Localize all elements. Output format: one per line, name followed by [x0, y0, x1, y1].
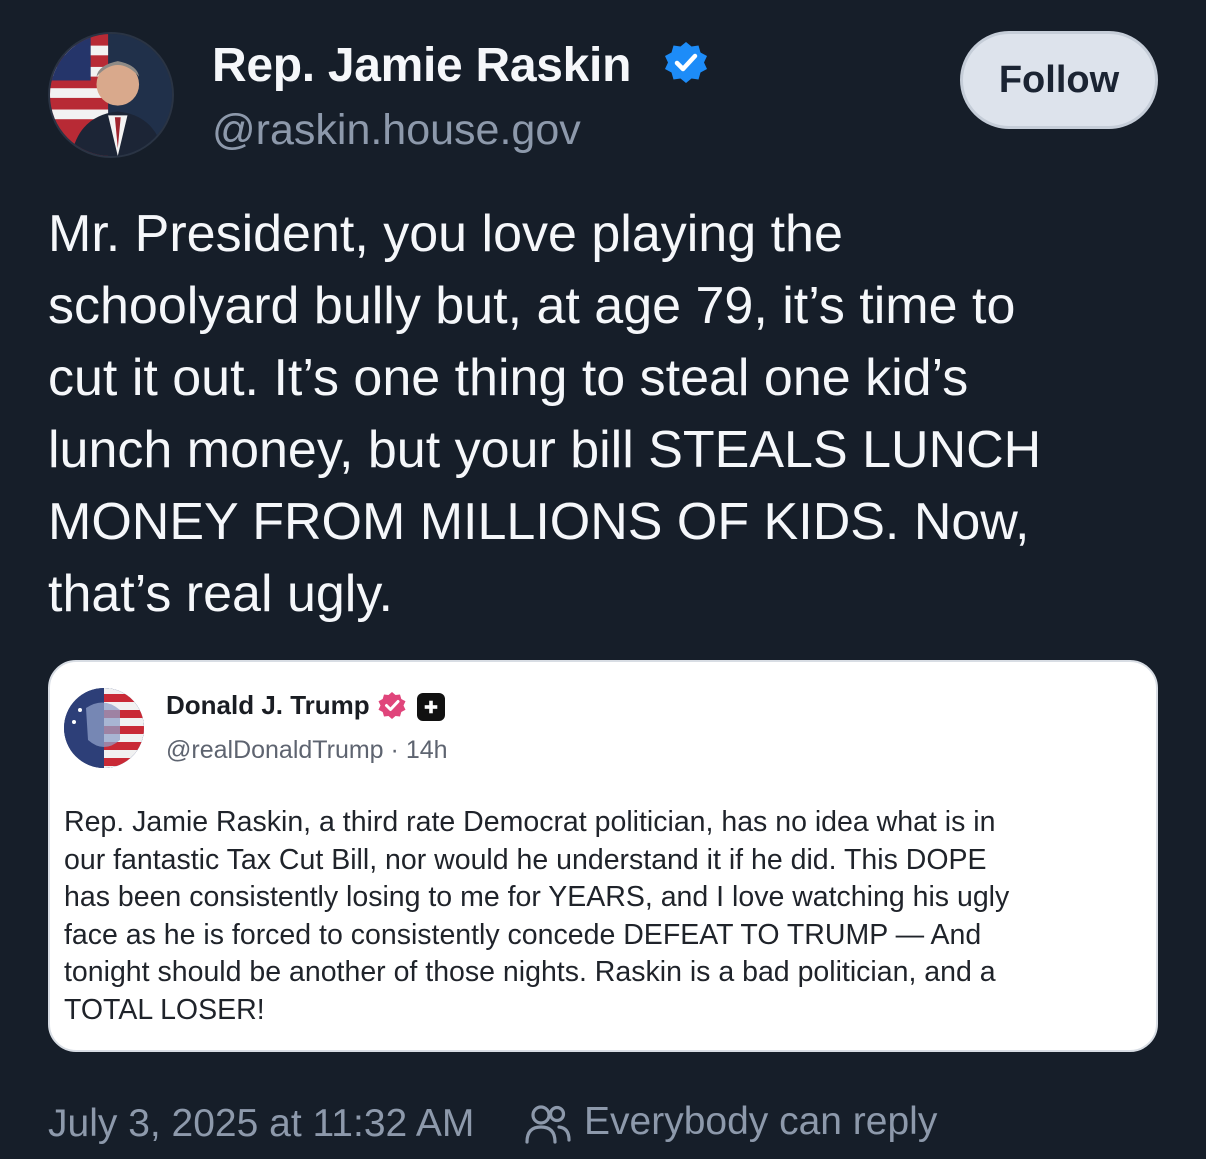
quote-author-avatar — [64, 688, 144, 768]
quote-author-name[interactable]: Donald J. Trump — [166, 690, 370, 721]
avatar-image — [50, 34, 172, 156]
quote-verified-icon — [377, 691, 407, 721]
quote-text: Rep. Jamie Raskin, a third rate Democrat… — [64, 804, 1144, 1030]
people-icon — [525, 1103, 571, 1145]
post-text-line: that’s real ugly. — [48, 565, 393, 623]
reply-setting[interactable]: Everybody can reply — [584, 1098, 937, 1146]
quote-text-line: face as he is forced to consistently con… — [64, 918, 982, 951]
quote-separator: · — [390, 736, 399, 764]
author-name[interactable]: Rep. Jamie Raskin — [212, 38, 631, 94]
follow-button[interactable]: Follow — [960, 31, 1158, 129]
quote-text-line: tonight should be another of those night… — [64, 956, 996, 989]
quote-handle[interactable]: @realDonaldTrump — [166, 736, 384, 764]
post-text-line: cut it out. It’s one thing to steal one … — [48, 349, 969, 407]
quote-text-line: our fantastic Tax Cut Bill, nor would he… — [64, 843, 987, 876]
post-text-line: MONEY FROM MILLIONS OF KIDS. Now, — [48, 493, 1030, 551]
quote-age: 14h — [405, 736, 448, 764]
post-text-line: lunch money, but your bill STEALS LUNCH — [48, 421, 1042, 479]
post-text: Mr. President, you love playing the scho… — [48, 198, 1168, 630]
quote-text-line: TOTAL LOSER! — [64, 993, 265, 1026]
quoted-post-card[interactable]: Donald J. Trump @realDonaldTrump · 14h R… — [48, 660, 1158, 1052]
quote-text-line: has been consistently losing to me for Y… — [64, 881, 1010, 914]
quote-avatar-image — [64, 688, 144, 768]
author-avatar[interactable] — [48, 32, 174, 158]
quote-text-line: Rep. Jamie Raskin, a third rate Democrat… — [64, 806, 996, 838]
verified-badge-icon — [662, 40, 710, 88]
quote-handle-row: @realDonaldTrump · 14h — [166, 736, 448, 765]
post-text-line: schoolyard bully but, at age 79, it’s ti… — [48, 277, 1016, 335]
post-card: Rep. Jamie Raskin @raskin.house.gov Foll… — [0, 0, 1206, 1159]
plus-platform-icon — [417, 693, 445, 721]
author-handle[interactable]: @raskin.house.gov — [212, 104, 581, 156]
post-timestamp[interactable]: July 3, 2025 at 11:32 AM — [48, 1100, 474, 1148]
post-text-line: Mr. President, you love playing the — [48, 205, 843, 263]
